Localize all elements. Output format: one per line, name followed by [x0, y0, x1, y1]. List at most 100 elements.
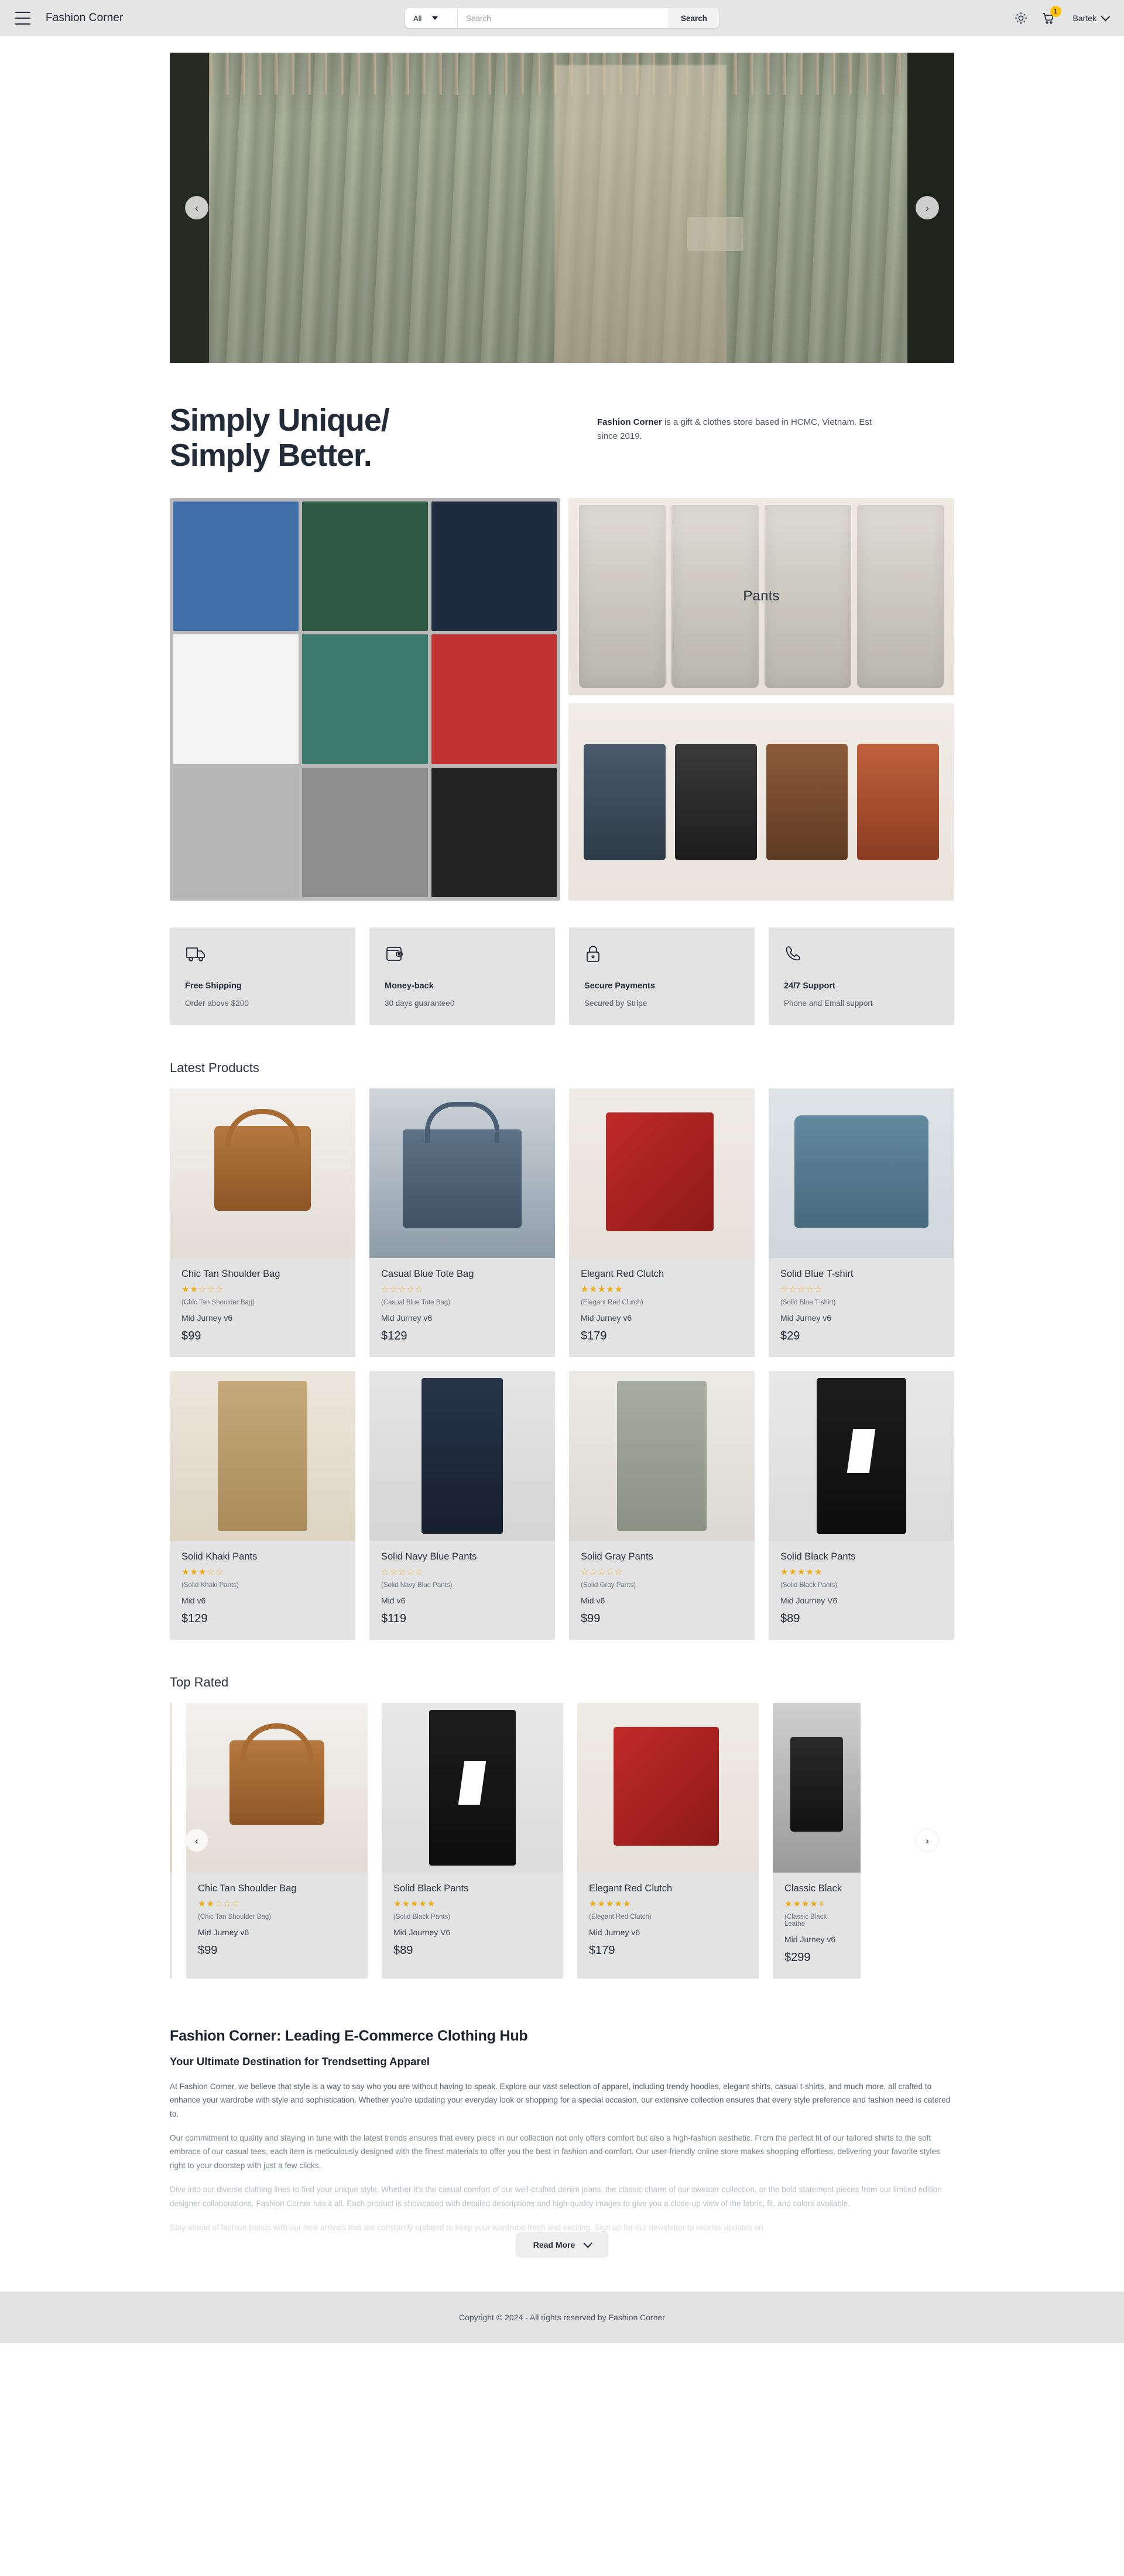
product-brand: Mid Journey V6: [393, 1927, 451, 1937]
star-empty: ☆: [406, 1284, 415, 1294]
category-tile-bags[interactable]: [568, 703, 954, 901]
intro-heading: Simply Unique/ Simply Better.: [170, 403, 556, 473]
category-tiles-right: Pants: [568, 497, 954, 901]
product-card[interactable]: Solid Gray Pants ☆☆☆☆☆ (Solid Gray Pants) M…: [569, 1371, 755, 1640]
star-empty: ☆: [797, 1284, 806, 1294]
product-price: $129: [381, 1329, 407, 1342]
top-navigation-bar: Fashion Corner All Search 1 Bartek: [0, 0, 1124, 36]
star-filled: ★: [614, 1284, 623, 1294]
product-rating-stars: ★★★★⯨: [784, 1900, 849, 1908]
cart-count-badge: 1: [1050, 6, 1061, 17]
star-filled: ★: [597, 1284, 606, 1294]
phone-icon: [784, 944, 939, 968]
product-card[interactable]: Casual Blue Tote Bag ☆☆☆☆☆ (Casual Blue To…: [369, 1088, 555, 1357]
tshirt-swatch: [431, 501, 557, 631]
brand-logo-text[interactable]: Fashion Corner: [46, 12, 123, 25]
feature-card-secure-payments: Secure Payments Secured by Stripe: [569, 927, 755, 1025]
product-card[interactable]: Solid Black Pants ★★★★★ (Solid Black Pants…: [769, 1371, 954, 1640]
star-empty: ☆: [581, 1567, 590, 1577]
product-card-partial[interactable]: nts: [170, 1702, 172, 1979]
top-rated-next-button[interactable]: ›: [916, 1829, 939, 1853]
tshirt-swatch: [431, 767, 557, 897]
star-filled: ★: [784, 1898, 793, 1909]
hero-price-tag: [687, 217, 744, 251]
star-filled: ★: [419, 1898, 427, 1909]
star-empty: ☆: [614, 1567, 623, 1577]
product-image: [170, 1088, 355, 1258]
read-more-button[interactable]: Read More: [515, 2232, 609, 2258]
star-empty: ☆: [381, 1567, 390, 1577]
hero-next-button[interactable]: ›: [916, 196, 939, 219]
top-rated-carousel: ntsChic Tan Shoulder Bag★★☆☆☆(Chic Tan S…: [170, 1702, 954, 1979]
content-container: ‹ › Simply Unique/ Simply Better. Fashio…: [170, 53, 954, 2268]
star-filled: ★: [814, 1567, 823, 1577]
bag-swatch: [584, 744, 666, 860]
star-filled: ★: [198, 1898, 207, 1909]
article-subtitle: Your Ultimate Destination for Trendsetti…: [170, 2055, 430, 2067]
product-info: Solid Navy Blue Pants ☆☆☆☆☆ (Solid Navy Bl…: [369, 1541, 555, 1640]
top-rated-prev-button[interactable]: ‹: [185, 1829, 208, 1853]
product-price: $99: [198, 1943, 218, 1957]
category-tile-tshirts[interactable]: [170, 497, 560, 901]
product-brand: Mid Jurney v6: [581, 1313, 632, 1323]
feature-subtitle: Order above $200: [185, 998, 249, 1008]
bags-collage: [568, 703, 954, 901]
product-card[interactable]: Elegant Red Clutch ★★★★★ (Elegant Red Clut…: [569, 1088, 755, 1357]
article-paragraph-1: At Fashion Corner, we believe that style…: [170, 2082, 951, 2118]
product-card[interactable]: Solid Navy Blue Pants ☆☆☆☆☆ (Solid Navy Bl…: [369, 1371, 555, 1640]
top-rated-track: ntsChic Tan Shoulder Bag★★☆☆☆(Chic Tan S…: [170, 1702, 954, 1979]
product-name: Classic Black: [784, 1883, 842, 1894]
product-card[interactable]: Classic Black ★★★★⯨ (Classic Black Leathe M…: [773, 1702, 861, 1979]
user-account-menu[interactable]: Bartek: [1073, 12, 1111, 23]
product-card[interactable]: Solid Khaki Pants ★★★☆☆ (Solid Khaki Pants…: [170, 1371, 355, 1640]
product-name: Solid Navy Blue Pants: [381, 1551, 477, 1562]
latest-products-heading: Latest Products: [170, 1060, 259, 1075]
product-card[interactable]: Solid Blue T-shirt ☆☆☆☆☆ (Solid Blue T-shi…: [769, 1088, 954, 1357]
hero-prev-button[interactable]: ‹: [185, 196, 208, 219]
star-filled: ★: [589, 1898, 598, 1909]
product-name: Casual Blue Tote Bag: [381, 1268, 474, 1279]
product-brand: Mid Jurney v6: [784, 1934, 836, 1944]
star-filled: ★: [206, 1898, 215, 1909]
star-empty: ☆: [414, 1567, 424, 1577]
product-rating-stars: ★★☆☆☆: [198, 1900, 356, 1908]
product-image: [569, 1088, 755, 1258]
product-price: $129: [181, 1612, 208, 1625]
star-empty: ☆: [223, 1898, 232, 1909]
product-info: Solid Black Pants ★★★★★ (Solid Black Pants…: [382, 1873, 563, 1972]
star-filled: ★: [597, 1898, 606, 1909]
theme-toggle-sun-icon[interactable]: [1015, 12, 1027, 25]
read-more-container: Read More: [515, 2232, 609, 2258]
intro-description-brand: Fashion Corner: [597, 417, 662, 427]
category-tile-pants-label: Pants: [743, 588, 780, 604]
product-image: [569, 1371, 755, 1541]
hamburger-menu-icon[interactable]: [15, 12, 30, 25]
search-category-dropdown[interactable]: All: [405, 8, 458, 28]
hero-carousel: ‹ ›: [170, 53, 954, 363]
product-rating-stars: ★★★★★: [393, 1900, 551, 1908]
product-card[interactable]: Chic Tan Shoulder Bag ★★☆☆☆ (Chic Tan Shou…: [170, 1088, 355, 1357]
search-input[interactable]: [457, 8, 669, 28]
feature-card-free-shipping: Free Shipping Order above $200: [170, 927, 355, 1025]
article-paragraph-2: Our commitment to quality and staying in…: [170, 2134, 940, 2170]
intro-heading-line2: Simply Better.: [170, 438, 372, 473]
product-alt-text: (Solid Khaki Pants): [181, 1581, 239, 1589]
product-image: [170, 1702, 172, 1873]
product-name: Solid Gray Pants: [581, 1551, 653, 1562]
star-empty: ☆: [397, 1567, 407, 1577]
product-card[interactable]: Elegant Red Clutch ★★★★★ (Elegant Red Clut…: [577, 1702, 759, 1979]
star-empty: ☆: [414, 1284, 424, 1294]
product-card[interactable]: Solid Black Pants ★★★★★ (Solid Black Pants…: [382, 1702, 563, 1979]
product-info: Solid Khaki Pants ★★★☆☆ (Solid Khaki Pants…: [170, 1541, 355, 1640]
product-alt-text: (Solid Navy Blue Pants): [381, 1581, 453, 1589]
product-brand: Mid v6: [181, 1595, 206, 1605]
pants-swatch: [579, 504, 666, 688]
star-empty: ☆: [215, 1284, 224, 1294]
product-rating-stars: ★★★☆☆: [181, 1568, 344, 1576]
search-submit-button[interactable]: Search: [668, 8, 719, 28]
cart-icon[interactable]: 1: [1041, 6, 1061, 25]
feature-title: Money-back: [385, 981, 434, 991]
product-card[interactable]: Chic Tan Shoulder Bag ★★☆☆☆ (Chic Tan Shou…: [186, 1702, 368, 1979]
category-tile-pants[interactable]: Pants: [568, 497, 954, 695]
star-filled: ★: [393, 1898, 402, 1909]
